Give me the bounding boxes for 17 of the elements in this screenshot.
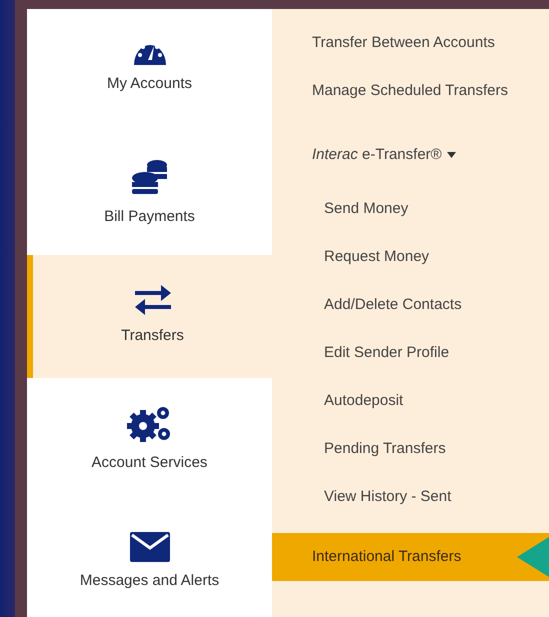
submenu-toggle[interactable]: Interac e-Transfer® <box>272 115 549 185</box>
envelope-icon <box>130 532 170 562</box>
menu-link[interactable]: Transfer Between Accounts <box>272 19 549 67</box>
menu-link[interactable]: Request Money <box>272 233 549 281</box>
menu-link[interactable]: Edit Sender Profile <box>272 329 549 377</box>
menu-link[interactable]: Pending Transfers <box>272 425 549 473</box>
menu-link[interactable]: View History - Sent <box>272 473 549 521</box>
menu-link[interactable]: International Transfers <box>272 533 549 581</box>
transfer-arrows-icon <box>132 285 172 318</box>
caret-down-icon <box>446 152 456 158</box>
menu-link[interactable]: Manage Scheduled Transfers <box>272 67 549 115</box>
sidebar-item[interactable]: Transfers <box>27 255 272 378</box>
pointer-arrow <box>517 537 549 577</box>
gauge-icon <box>132 45 166 66</box>
menu-link[interactable]: Autodeposit <box>272 377 549 425</box>
menu-link[interactable]: Add/Delete Contacts <box>272 281 549 329</box>
menu-link[interactable]: Send Money <box>272 185 549 233</box>
